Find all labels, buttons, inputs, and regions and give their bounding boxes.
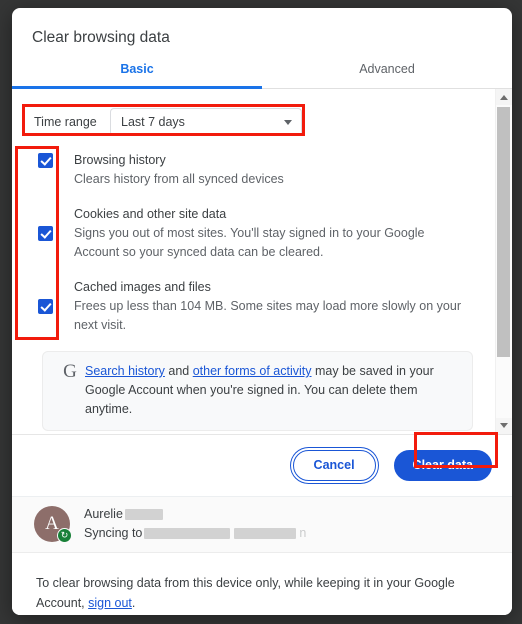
time-range-selected-value: Last 7 days: [121, 115, 185, 129]
option-cached-images-files[interactable]: Cached images and files Frees up less th…: [12, 278, 495, 335]
checkbox-cookies-site-data[interactable]: [38, 226, 53, 241]
redacted-email-tail: n: [299, 526, 307, 540]
google-g-icon: G: [63, 361, 77, 382]
tab-basic[interactable]: Basic: [12, 50, 262, 89]
option-description: Frees up less than 104 MB. Some sites ma…: [74, 299, 461, 332]
other-forms-of-activity-link[interactable]: other forms of activity: [193, 364, 312, 378]
dialog-body: Time range Last 7 days Browsing history …: [12, 89, 512, 434]
time-range-row: Time range Last 7 days: [34, 107, 495, 137]
clear-data-button[interactable]: Clear data: [393, 449, 492, 481]
option-browsing-history[interactable]: Browsing history Clears history from all…: [12, 151, 495, 189]
avatar: A ↻: [34, 506, 72, 543]
dialog-action-bar: Cancel Clear data: [12, 433, 512, 496]
option-text-browsing-history: Browsing history Clears history from all…: [70, 151, 469, 189]
sign-out-link[interactable]: sign out: [88, 596, 132, 610]
redacted-email-part-1: [144, 528, 231, 539]
checkbox-wrap-cached: [38, 299, 70, 314]
time-range-select[interactable]: Last 7 days: [110, 108, 302, 136]
option-text-cookies: Cookies and other site data Signs you ou…: [70, 205, 469, 262]
checkbox-wrap-browsing-history: [38, 151, 70, 168]
redacted-email-part-2: [234, 528, 297, 539]
dialog-footer: To clear browsing data from this device …: [12, 551, 512, 615]
chevron-down-icon: [284, 119, 292, 125]
checkbox-cached-images-files[interactable]: [38, 299, 53, 314]
clear-browsing-data-dialog: Clear browsing data Basic Advanced Time …: [12, 8, 512, 615]
scroll-down-arrow-icon[interactable]: [496, 417, 512, 434]
account-sync-row[interactable]: A ↻ Aurelie Syncing to n: [12, 495, 512, 552]
option-text-cached: Cached images and files Frees up less th…: [70, 278, 469, 335]
notice-mid: and: [164, 364, 193, 378]
account-sync-text: Aurelie Syncing to n: [84, 505, 306, 543]
dialog-tabs: Basic Advanced: [12, 50, 512, 89]
checkbox-browsing-history[interactable]: [38, 153, 53, 168]
scroll-up-arrow-icon[interactable]: [496, 89, 512, 105]
option-description: Signs you out of most sites. You'll stay…: [74, 226, 425, 259]
scrollbar-thumb[interactable]: [497, 107, 510, 357]
account-syncing-line: Syncing to n: [84, 524, 306, 543]
account-name: Aurelie: [84, 507, 123, 521]
option-title: Cookies and other site data: [74, 207, 227, 221]
search-history-link[interactable]: Search history: [85, 364, 165, 378]
cancel-button[interactable]: Cancel: [292, 449, 376, 481]
dialog-scroll-content: Time range Last 7 days Browsing history …: [12, 89, 495, 434]
account-name-line: Aurelie: [84, 505, 306, 524]
tab-advanced[interactable]: Advanced: [262, 50, 512, 88]
option-description: Clears history from all synced devices: [74, 172, 284, 186]
google-account-notice: G Search history and other forms of acti…: [42, 351, 473, 431]
redacted-surname: [124, 509, 163, 520]
checkbox-wrap-cookies: [38, 226, 70, 241]
dialog-scrollbar[interactable]: [495, 89, 512, 434]
google-notice-text: Search history and other forms of activi…: [85, 362, 460, 419]
time-range-label: Time range: [34, 115, 97, 129]
options-list: Browsing history Clears history from all…: [12, 151, 495, 335]
scrollbar-track[interactable]: [496, 105, 512, 418]
dialog-title: Clear browsing data: [32, 29, 170, 46]
footer-text-after: .: [131, 595, 136, 610]
option-title: Cached images and files: [74, 280, 211, 294]
option-title: Browsing history: [74, 153, 166, 167]
option-cookies-site-data[interactable]: Cookies and other site data Signs you ou…: [12, 205, 495, 262]
syncing-to-label: Syncing to: [84, 526, 143, 540]
sync-icon: ↻: [57, 528, 72, 543]
